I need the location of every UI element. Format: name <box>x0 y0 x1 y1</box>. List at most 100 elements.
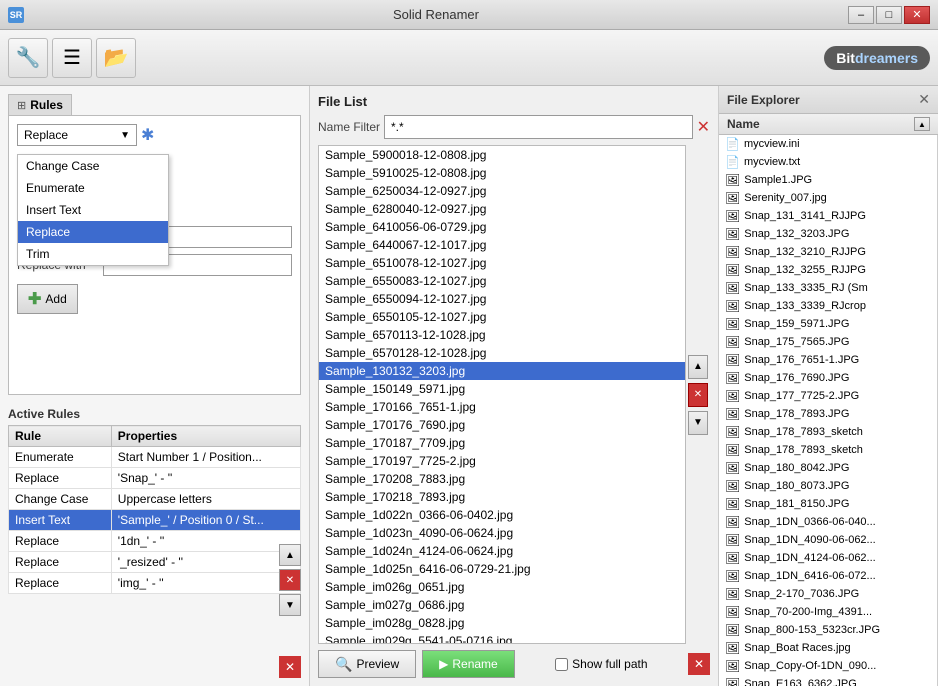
rule-row[interactable]: Replace'img_' - '' <box>9 573 301 594</box>
dropdown-item-replace[interactable]: Replace <box>18 221 168 243</box>
file-item[interactable]: Sample_170218_7893.jpg <box>319 488 685 506</box>
explorer-item[interactable]: 🖼Snap_175_7565.JPG <box>719 333 937 351</box>
explorer-item[interactable]: 🖼Snap_177_7725-2.JPG <box>719 387 937 405</box>
explorer-item[interactable]: 🖼Snap_180_8042.JPG <box>719 459 937 477</box>
settings-button[interactable]: 🔧 <box>8 38 48 78</box>
file-item[interactable]: Sample_6250034-12-0927.jpg <box>319 182 685 200</box>
file-item[interactable]: Sample_im027g_0686.jpg <box>319 596 685 614</box>
list-button[interactable]: ☰ <box>52 38 92 78</box>
file-list-container[interactable]: Sample_5900018-12-0808.jpgSample_5910025… <box>318 145 686 644</box>
explorer-item[interactable]: 🖼Snap_132_3255_RJJPG <box>719 261 937 279</box>
clear-file-list-button[interactable]: ✕ <box>688 653 710 675</box>
file-item[interactable]: Sample_6280040-12-0927.jpg <box>319 200 685 218</box>
file-item[interactable]: Sample_6570113-12-1028.jpg <box>319 326 685 344</box>
explorer-item[interactable]: 🖼Snap_800-153_5323cr.JPG <box>719 621 937 639</box>
explorer-item[interactable]: 🖼Sample1.JPG <box>719 171 937 189</box>
file-item[interactable]: Sample_6550083-12-1027.jpg <box>319 272 685 290</box>
maximize-button[interactable]: □ <box>876 6 902 24</box>
file-item[interactable]: Sample_170187_7709.jpg <box>319 434 685 452</box>
dropdown-item-insert-text[interactable]: Insert Text <box>18 199 168 221</box>
file-item[interactable]: Sample_6410056-06-0729.jpg <box>319 218 685 236</box>
explorer-item[interactable]: 🖼Snap_1DN_6416-06-072... <box>719 567 937 585</box>
rule-type-dropdown[interactable]: Replace ▼ <box>17 124 137 146</box>
explorer-item[interactable]: 🖼Snap_176_7651-1.JPG <box>719 351 937 369</box>
file-item[interactable]: Sample_5900018-12-0808.jpg <box>319 146 685 164</box>
explorer-item[interactable]: 🖼Snap_133_3335_RJ (Sm <box>719 279 937 297</box>
rule-row[interactable]: Change CaseUppercase letters <box>9 489 301 510</box>
file-item[interactable]: Sample_1d023n_4090-06-0624.jpg <box>319 524 685 542</box>
rule-row[interactable]: EnumerateStart Number 1 / Position... <box>9 447 301 468</box>
explorer-item[interactable]: 🖼Snap_1DN_0366-06-040... <box>719 513 937 531</box>
explorer-item[interactable]: 📄mycview.txt <box>719 153 937 171</box>
rule-row[interactable]: Replace'Snap_' - '' <box>9 468 301 489</box>
file-item[interactable]: Sample_150149_5971.jpg <box>319 380 685 398</box>
scroll-down-button[interactable]: ▼ <box>688 411 708 435</box>
explorer-item[interactable]: 🖼Snap_Boat Races.jpg <box>719 639 937 657</box>
file-icon: 🖼 <box>725 659 740 673</box>
file-item[interactable]: Sample_im028g_0828.jpg <box>319 614 685 632</box>
file-item[interactable]: Sample_1d022n_0366-06-0402.jpg <box>319 506 685 524</box>
name-filter-input[interactable] <box>384 115 693 139</box>
dropdown-item-change-case[interactable]: Change Case <box>18 155 168 177</box>
explorer-item[interactable]: 🖼Snap_70-200-Img_4391... <box>719 603 937 621</box>
explorer-item[interactable]: 🖼Snap_1DN_4124-06-062... <box>719 549 937 567</box>
file-item[interactable]: Sample_6570128-12-1028.jpg <box>319 344 685 362</box>
scroll-up-button[interactable]: ▲ <box>688 355 708 379</box>
wildcard-button[interactable]: ✱ <box>141 125 154 145</box>
add-button[interactable]: ✚ Add <box>17 284 78 314</box>
file-item[interactable]: Sample_170176_7690.jpg <box>319 416 685 434</box>
explorer-item[interactable]: 🖼Snap_180_8073.JPG <box>719 477 937 495</box>
file-item[interactable]: Sample_170166_7651-1.jpg <box>319 398 685 416</box>
move-up-button[interactable]: ▲ <box>279 544 301 566</box>
file-item[interactable]: Sample_im026g_0651.jpg <box>319 578 685 596</box>
preview-button[interactable]: 🔍 Preview <box>318 650 416 678</box>
rule-row[interactable]: Insert Text'Sample_' / Position 0 / St..… <box>9 510 301 531</box>
explorer-item[interactable]: 🖼Snap_176_7690.JPG <box>719 369 937 387</box>
file-item[interactable]: Sample_6550094-12-1027.jpg <box>319 290 685 308</box>
clear-filter-button[interactable]: ✕ <box>697 117 710 137</box>
minimize-button[interactable]: – <box>848 6 874 24</box>
dropdown-item-trim[interactable]: Trim <box>18 243 168 265</box>
rule-name-cell: Replace <box>9 552 112 573</box>
explorer-item[interactable]: 🖼Snap_E163_6362.JPG <box>719 675 937 686</box>
rename-button[interactable]: ▶ Rename <box>422 650 515 678</box>
file-item[interactable]: Sample_5910025-12-0808.jpg <box>319 164 685 182</box>
explorer-item[interactable]: 🖼Snap_181_8150.JPG <box>719 495 937 513</box>
remove-file-button[interactable]: ✕ <box>688 383 708 407</box>
explorer-item[interactable]: 📄mycview.ini <box>719 135 937 153</box>
explorer-item[interactable]: 🖼Snap_132_3210_RJJPG <box>719 243 937 261</box>
delete-rule-button[interactable]: ✕ <box>279 569 301 591</box>
file-item[interactable]: Sample_6510078-12-1027.jpg <box>319 254 685 272</box>
clear-all-button[interactable]: ✕ <box>279 656 301 678</box>
rules-tab-header[interactable]: ⊞ Rules <box>8 94 72 116</box>
explorer-item[interactable]: 🖼Snap_178_7893.JPG <box>719 405 937 423</box>
dropdown-item-enumerate[interactable]: Enumerate <box>18 177 168 199</box>
file-item[interactable]: Sample_6440067-12-1017.jpg <box>319 236 685 254</box>
rule-row[interactable]: Replace'_resized' - '' <box>9 552 301 573</box>
explorer-item[interactable]: 🖼Snap_1DN_4090-06-062... <box>719 531 937 549</box>
move-down-button[interactable]: ▼ <box>279 594 301 616</box>
explorer-item[interactable]: 🖼Snap_159_5971.JPG <box>719 315 937 333</box>
file-item[interactable]: Sample_im029g_5541-05-0716.jpg <box>319 632 685 644</box>
file-item[interactable]: Sample_1d025n_6416-06-0729-21.jpg <box>319 560 685 578</box>
col-scroll-up[interactable]: ▲ <box>914 117 930 131</box>
file-item[interactable]: Sample_130132_3203.jpg <box>319 362 685 380</box>
explorer-item[interactable]: 🖼Serenity_007.jpg <box>719 189 937 207</box>
file-item[interactable]: Sample_170208_7883.jpg <box>319 470 685 488</box>
explorer-item[interactable]: 🖼Snap_133_3339_RJcrop <box>719 297 937 315</box>
folder-button[interactable]: 📂 <box>96 38 136 78</box>
explorer-item[interactable]: 🖼Snap_2-170_7036.JPG <box>719 585 937 603</box>
explorer-close-button[interactable]: ✕ <box>918 91 930 108</box>
explorer-item[interactable]: 🖼Snap_131_3141_RJJPG <box>719 207 937 225</box>
show-full-path-checkbox[interactable] <box>555 658 568 671</box>
file-item[interactable]: Sample_6550105-12-1027.jpg <box>319 308 685 326</box>
explorer-item[interactable]: 🖼Snap_178_7893_sketch <box>719 441 937 459</box>
close-button[interactable]: ✕ <box>904 6 930 24</box>
explorer-item[interactable]: 🖼Snap_132_3203.JPG <box>719 225 937 243</box>
explorer-item[interactable]: 🖼Snap_Copy-Of-1DN_090... <box>719 657 937 675</box>
rule-row[interactable]: Replace'1dn_' - '' <box>9 531 301 552</box>
file-item[interactable]: Sample_1d024n_4124-06-0624.jpg <box>319 542 685 560</box>
explorer-item[interactable]: 🖼Snap_178_7893_sketch <box>719 423 937 441</box>
explorer-list[interactable]: 📄mycview.ini📄mycview.txt🖼Sample1.JPG🖼Ser… <box>719 135 938 686</box>
file-item[interactable]: Sample_170197_7725-2.jpg <box>319 452 685 470</box>
